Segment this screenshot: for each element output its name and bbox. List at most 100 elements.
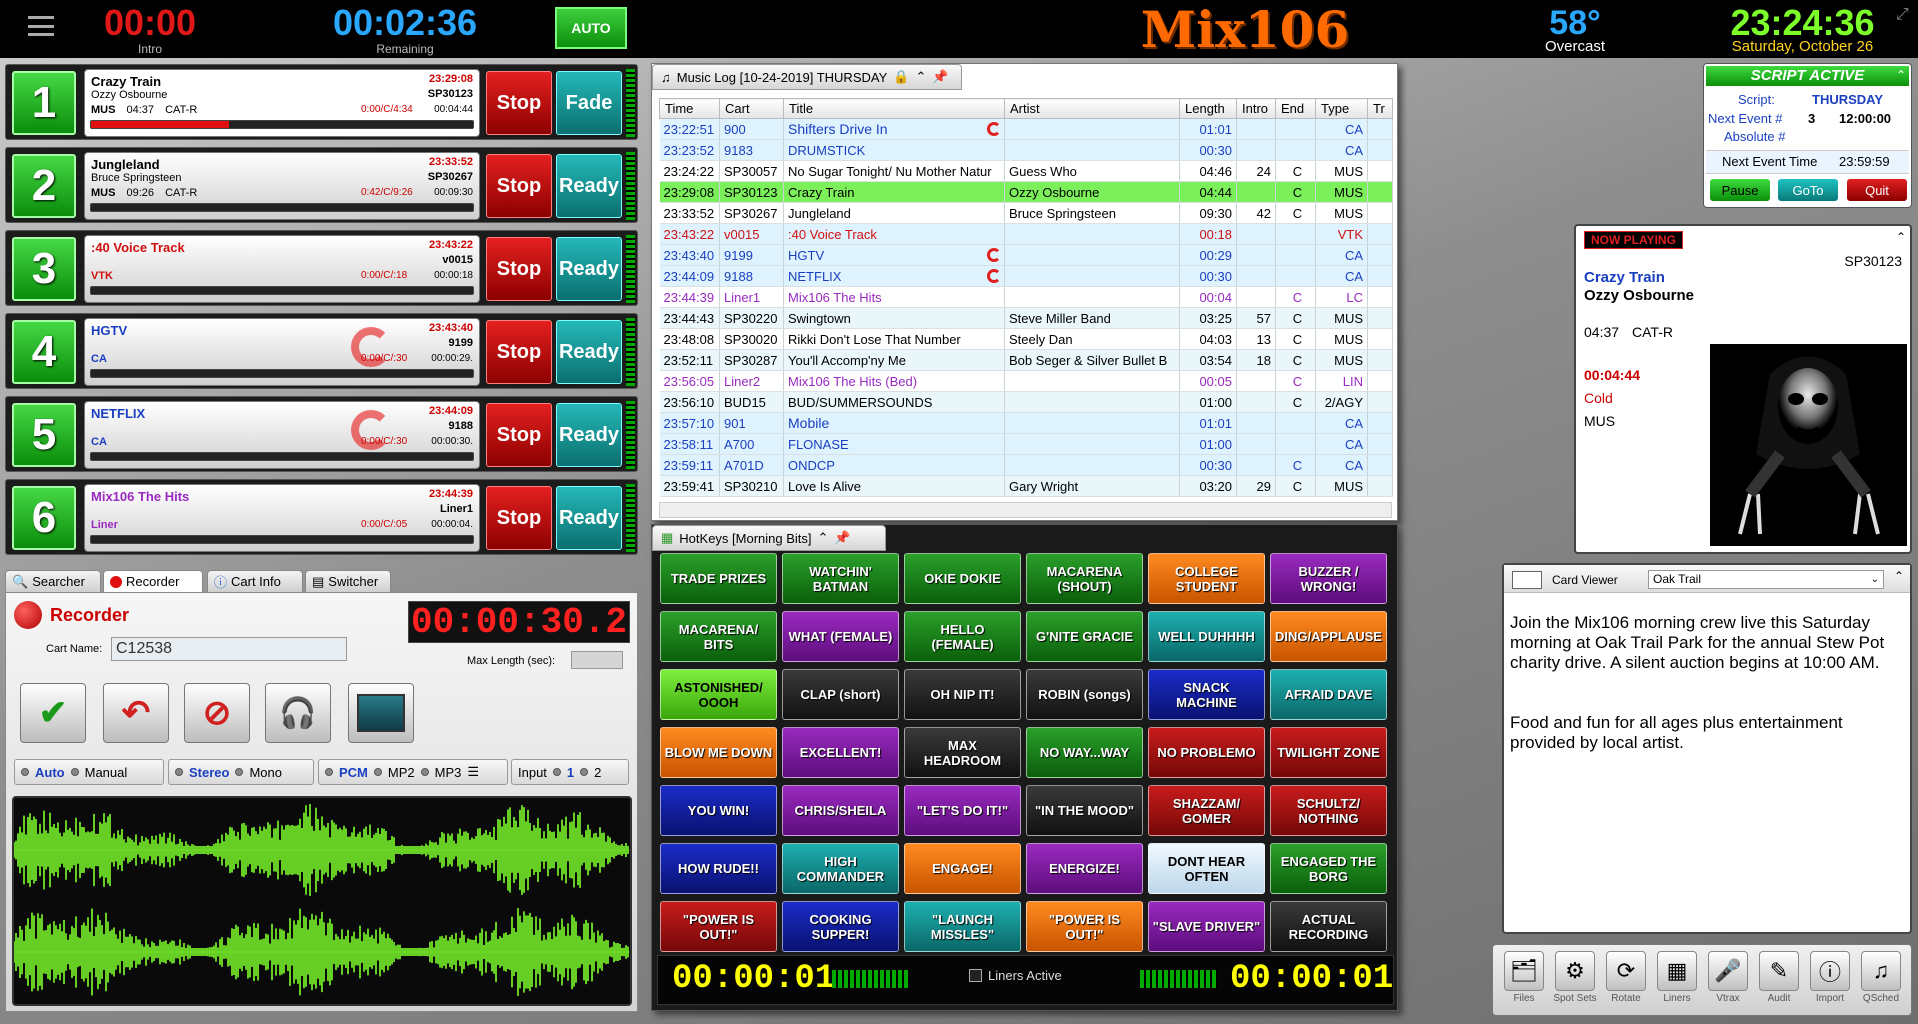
hotkey-button[interactable]: "POWER IS OUT!" — [1026, 901, 1143, 952]
deck-number[interactable]: 5 — [12, 403, 76, 467]
table-row[interactable]: 23:22:51 900 Shifters Drive In 01:01 CA — [659, 118, 1393, 140]
lock-icon[interactable]: 🔒 — [893, 69, 909, 85]
hotkey-button[interactable]: AFRAID DAVE — [1270, 669, 1387, 720]
collapse-icon[interactable]: ⌃ — [818, 530, 829, 546]
waveform-button[interactable] — [348, 683, 414, 743]
input-2-radio[interactable] — [580, 768, 589, 776]
deck-number[interactable]: 1 — [12, 71, 76, 135]
table-row[interactable]: 23:24:22 SP30057 No Sugar Tonight/ Nu Mo… — [659, 160, 1393, 182]
max-length-input[interactable] — [571, 651, 623, 669]
column-header[interactable]: Intro — [1236, 98, 1276, 119]
table-row[interactable]: 23:29:08 SP30123 Crazy Train Ozzy Osbour… — [659, 181, 1393, 203]
tool-vtrax-button[interactable]: 🎤 Vtrax — [1705, 951, 1751, 1013]
liners-active-checkbox[interactable] — [969, 969, 982, 982]
table-row[interactable]: 23:44:09 9188 NETFLIX 00:30 CA — [659, 265, 1393, 287]
hotkey-button[interactable]: SCHULTZ/ NOTHING — [1270, 785, 1387, 836]
input-1-radio[interactable] — [552, 768, 561, 776]
pause-button[interactable]: Pause — [1710, 179, 1770, 201]
hotkey-button[interactable]: ROBIN (songs) — [1026, 669, 1143, 720]
deck-stop-button[interactable]: Stop — [486, 71, 552, 135]
hotkey-button[interactable]: DING/APPLAUSE — [1270, 611, 1387, 662]
tool-import-button[interactable]: ⓘ Import — [1807, 951, 1853, 1013]
now-playing-collapse-icon[interactable]: ⌃ — [1896, 230, 1906, 244]
hotkey-button[interactable]: YOU WIN! — [660, 785, 777, 836]
hotkey-button[interactable]: OH NIP IT! — [904, 669, 1021, 720]
deck-info[interactable]: Mix106 The Hits Liner 23:44:39 Liner1 0:… — [84, 484, 480, 552]
column-header[interactable]: Tr — [1367, 98, 1393, 119]
hotkey-button[interactable]: COOKING SUPPER! — [782, 901, 899, 952]
tool-qsched-button[interactable]: ♫ QSched — [1858, 951, 1904, 1013]
hotkey-button[interactable]: COLLEGE STUDENT — [1148, 553, 1265, 604]
menu-icon[interactable] — [28, 16, 54, 36]
hotkey-button[interactable]: MACARENA/ BITS — [660, 611, 777, 662]
hotkey-button[interactable]: MAX HEADROOM — [904, 727, 1021, 778]
hotkey-button[interactable]: EXCELLENT! — [782, 727, 899, 778]
deck-stop-button[interactable]: Stop — [486, 237, 552, 301]
table-row[interactable]: 23:58:11 A700 FLONASE 01:00 CA — [659, 433, 1393, 455]
column-header[interactable]: Length — [1179, 98, 1237, 119]
deck-stop-button[interactable]: Stop — [486, 403, 552, 467]
tool-audit-button[interactable]: ✎ Audit — [1756, 951, 1802, 1013]
deck-fade-button[interactable]: Fade — [556, 71, 622, 135]
table-row[interactable]: 23:52:11 SP30287 You'll Accomp'ny Me Bob… — [659, 349, 1393, 371]
deck-stop-button[interactable]: Stop — [486, 486, 552, 550]
hotkey-button[interactable]: ASTONISHED/ OOOH — [660, 669, 777, 720]
hotkey-button[interactable]: ENERGIZE! — [1026, 843, 1143, 894]
column-header[interactable]: Artist — [1004, 98, 1180, 119]
hotkey-button[interactable]: NO PROBLEMO — [1148, 727, 1265, 778]
table-row[interactable]: 23:44:43 SP30220 Swingtown Steve Miller … — [659, 307, 1393, 329]
expand-icon[interactable]: ⤢ — [1896, 6, 1909, 24]
mp3-radio[interactable] — [420, 768, 429, 776]
stereo-radio[interactable] — [175, 768, 183, 776]
auto-radio[interactable] — [21, 768, 29, 776]
table-row[interactable]: 23:23:52 9183 DRUMSTICK 00:30 CA — [659, 139, 1393, 161]
deck-number[interactable]: 6 — [12, 486, 76, 550]
tool-rotate-button[interactable]: ⟳ Rotate — [1603, 951, 1649, 1013]
card-viewer-collapse-icon[interactable]: ⌃ — [1894, 569, 1904, 583]
column-header[interactable]: End — [1275, 98, 1316, 119]
table-row[interactable]: 23:59:41 SP30210 Love Is Alive Gary Wrig… — [659, 475, 1393, 497]
hotkey-button[interactable]: WHAT (FEMALE) — [782, 611, 899, 662]
list-icon[interactable]: ☰ — [467, 764, 479, 780]
hotkey-button[interactable]: BLOW ME DOWN — [660, 727, 777, 778]
pcm-radio[interactable] — [325, 768, 333, 776]
cart-name-input[interactable]: C12538 — [111, 637, 347, 661]
hotkey-button[interactable]: BUZZER / WRONG! — [1270, 553, 1387, 604]
hotkey-button[interactable]: CHRIS/SHEILA — [782, 785, 899, 836]
deck-ready-button[interactable]: Ready — [556, 403, 622, 467]
column-header[interactable]: Cart — [719, 98, 784, 119]
table-row[interactable]: 23:56:10 BUD15 BUD/SUMMERSOUNDS 01:00 C … — [659, 391, 1393, 413]
hotkey-button[interactable]: "LET'S DO IT!" — [904, 785, 1021, 836]
script-collapse-icon[interactable]: ⌃ — [1896, 68, 1906, 82]
hotkey-button[interactable]: "LAUNCH MISSLES" — [904, 901, 1021, 952]
hotkey-button[interactable]: "IN THE MOOD" — [1026, 785, 1143, 836]
hotkey-button[interactable]: G'NITE GRACIE — [1026, 611, 1143, 662]
manual-radio[interactable] — [70, 768, 79, 776]
hotkey-button[interactable]: HIGH COMMANDER — [782, 843, 899, 894]
tool-liners-button[interactable]: ▦ Liners — [1654, 951, 1700, 1013]
deck-ready-button[interactable]: Ready — [556, 237, 622, 301]
tab-searcher[interactable]: 🔍 Searcher — [5, 570, 101, 592]
tab-cart-info[interactable]: ⓘ Cart Info — [207, 570, 303, 592]
deck-ready-button[interactable]: Ready — [556, 486, 622, 550]
column-header[interactable]: Time — [659, 98, 720, 119]
hotkey-button[interactable]: CLAP (short) — [782, 669, 899, 720]
table-row[interactable]: 23:44:39 Liner1 Mix106 The Hits 00:04 C … — [659, 286, 1393, 308]
hotkey-button[interactable]: MACARENA (SHOUT) — [1026, 553, 1143, 604]
hotkey-button[interactable]: DONT HEAR OFTEN — [1148, 843, 1265, 894]
table-row[interactable]: 23:57:10 901 Mobile 01:01 CA — [659, 412, 1393, 434]
hotkey-button[interactable]: HOW RUDE!! — [660, 843, 777, 894]
deck-stop-button[interactable]: Stop — [486, 154, 552, 218]
hotkey-button[interactable]: WELL DUHHHH — [1148, 611, 1265, 662]
hotkey-button[interactable]: ACTUAL RECORDING — [1270, 901, 1387, 952]
hotkey-button[interactable]: TWILIGHT ZONE — [1270, 727, 1387, 778]
deck-info[interactable]: Jungleland Bruce Springsteen MUS 09:26 C… — [84, 152, 480, 220]
hotkey-button[interactable]: TRADE PRIZES — [660, 553, 777, 604]
accept-button[interactable]: ✔ — [20, 683, 86, 743]
tool-files-button[interactable]: 🗂 Files — [1501, 951, 1547, 1013]
auto-button[interactable]: AUTO — [555, 7, 627, 49]
hotkey-button[interactable]: WATCHIN' BATMAN — [782, 553, 899, 604]
hotkey-button[interactable]: ENGAGED THE BORG — [1270, 843, 1387, 894]
table-row[interactable]: 23:43:22 v0015 :40 Voice Track 00:18 VTK — [659, 223, 1393, 245]
tab-recorder[interactable]: Recorder — [103, 570, 203, 592]
